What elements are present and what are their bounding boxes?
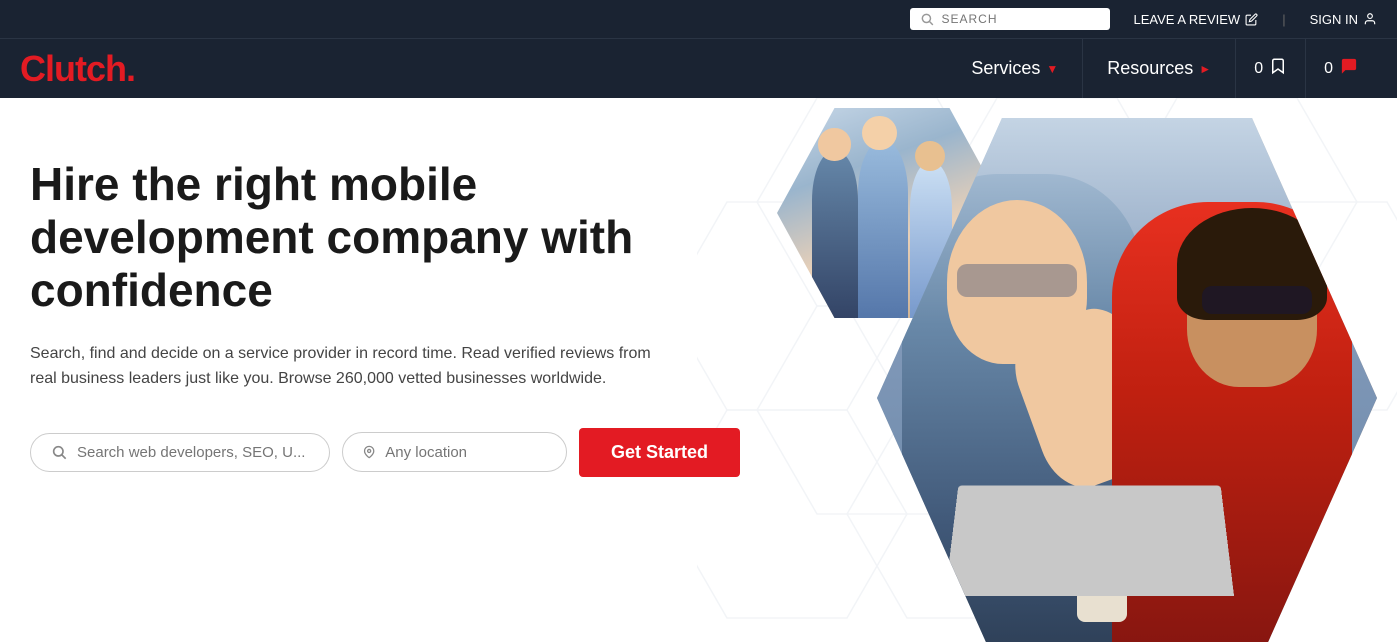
search-icon bbox=[920, 12, 934, 26]
hero-content: Hire the right mobile development compan… bbox=[0, 98, 780, 537]
top-bar: LEAVE A REVIEW | SIGN IN bbox=[0, 0, 1397, 38]
get-started-button[interactable]: Get Started bbox=[579, 428, 740, 477]
nav-bar: Clutch. Services ▼ Resources ► 0 0 bbox=[0, 38, 1397, 98]
search-field-icon bbox=[51, 444, 67, 460]
messages-icon bbox=[1339, 57, 1359, 80]
hero-section: Hire the right mobile development compan… bbox=[0, 98, 1397, 642]
messages-nav-group[interactable]: 0 bbox=[1306, 39, 1377, 99]
user-icon bbox=[1363, 12, 1377, 26]
hero-title: Hire the right mobile development compan… bbox=[30, 158, 710, 317]
logo-text: Clutch bbox=[20, 48, 126, 89]
search-row: Get Started bbox=[30, 428, 740, 477]
location-input[interactable] bbox=[385, 444, 546, 461]
messages-count: 0 bbox=[1324, 60, 1333, 78]
sign-in-label: SIGN IN bbox=[1310, 12, 1358, 27]
bookmarks-nav-group[interactable]: 0 bbox=[1236, 39, 1306, 99]
nav-divider: | bbox=[1282, 12, 1285, 27]
resources-chevron-icon: ► bbox=[1199, 62, 1211, 76]
bookmarks-count: 0 bbox=[1254, 60, 1263, 78]
leave-review-label: LEAVE A REVIEW bbox=[1134, 12, 1241, 27]
services-nav-item[interactable]: Services ▼ bbox=[947, 39, 1083, 99]
resources-nav-item[interactable]: Resources ► bbox=[1083, 39, 1236, 99]
sign-in-link[interactable]: SIGN IN bbox=[1310, 12, 1377, 27]
leave-review-link[interactable]: LEAVE A REVIEW bbox=[1134, 12, 1259, 27]
logo-dot: . bbox=[126, 48, 135, 89]
location-field[interactable] bbox=[342, 432, 567, 472]
services-chevron-icon: ▼ bbox=[1046, 62, 1058, 76]
bookmark-icon bbox=[1269, 56, 1287, 81]
nav-items: Services ▼ Resources ► 0 0 bbox=[947, 39, 1377, 99]
service-search-input[interactable] bbox=[77, 444, 309, 461]
top-search-input[interactable] bbox=[942, 12, 1100, 26]
services-label: Services bbox=[971, 58, 1040, 79]
logo[interactable]: Clutch. bbox=[20, 48, 135, 90]
search-box[interactable] bbox=[910, 8, 1110, 30]
resources-label: Resources bbox=[1107, 58, 1193, 79]
pencil-icon bbox=[1245, 13, 1258, 26]
service-search-field[interactable] bbox=[30, 433, 330, 472]
hero-subtitle: Search, find and decide on a service pro… bbox=[30, 341, 670, 392]
location-pin-icon bbox=[363, 443, 375, 461]
